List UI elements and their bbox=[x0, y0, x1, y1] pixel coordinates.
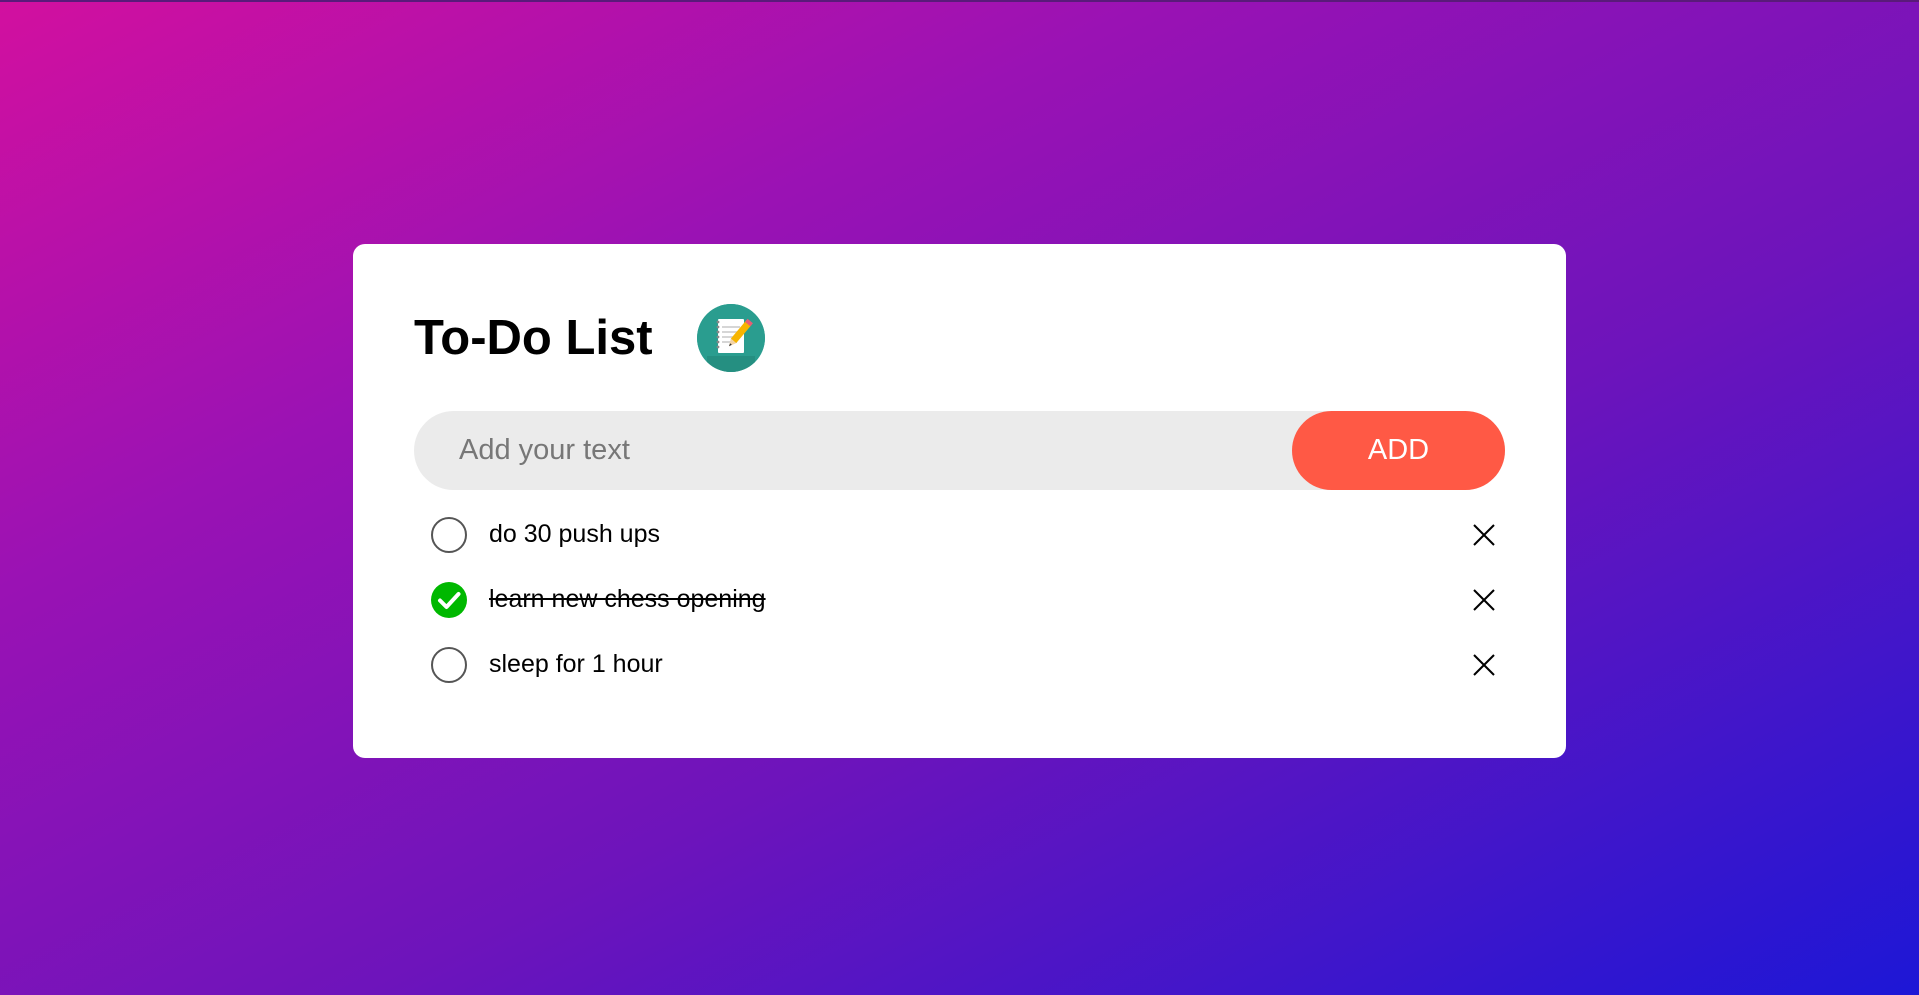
task-input[interactable] bbox=[414, 411, 1292, 490]
task-item-done[interactable]: learn new chess opening bbox=[414, 567, 1505, 632]
close-icon[interactable] bbox=[1471, 652, 1497, 678]
todo-card: To-Do List Add your text ADD do 30 push … bbox=[353, 244, 1566, 758]
add-task-row: ADD bbox=[414, 411, 1505, 490]
task-text: sleep for 1 hour bbox=[489, 650, 663, 678]
top-border bbox=[0, 0, 1919, 2]
header: To-Do List bbox=[414, 303, 1505, 373]
task-text: do 30 push ups bbox=[489, 520, 660, 548]
close-icon[interactable] bbox=[1471, 587, 1497, 613]
task-item[interactable]: do 30 push ups bbox=[414, 502, 1505, 567]
add-button[interactable]: ADD bbox=[1292, 411, 1505, 490]
close-icon[interactable] bbox=[1471, 522, 1497, 548]
task-text: learn new chess opening bbox=[489, 585, 766, 613]
task-list: do 30 push ups learn new chess opening s… bbox=[414, 502, 1505, 697]
task-item[interactable]: sleep for 1 hour bbox=[414, 632, 1505, 697]
unchecked-circle-icon[interactable] bbox=[431, 646, 467, 683]
notebook-pencil-icon bbox=[696, 304, 765, 372]
unchecked-circle-icon[interactable] bbox=[431, 516, 467, 553]
page-title: To-Do List bbox=[414, 310, 653, 365]
checked-circle-icon[interactable] bbox=[431, 581, 467, 618]
